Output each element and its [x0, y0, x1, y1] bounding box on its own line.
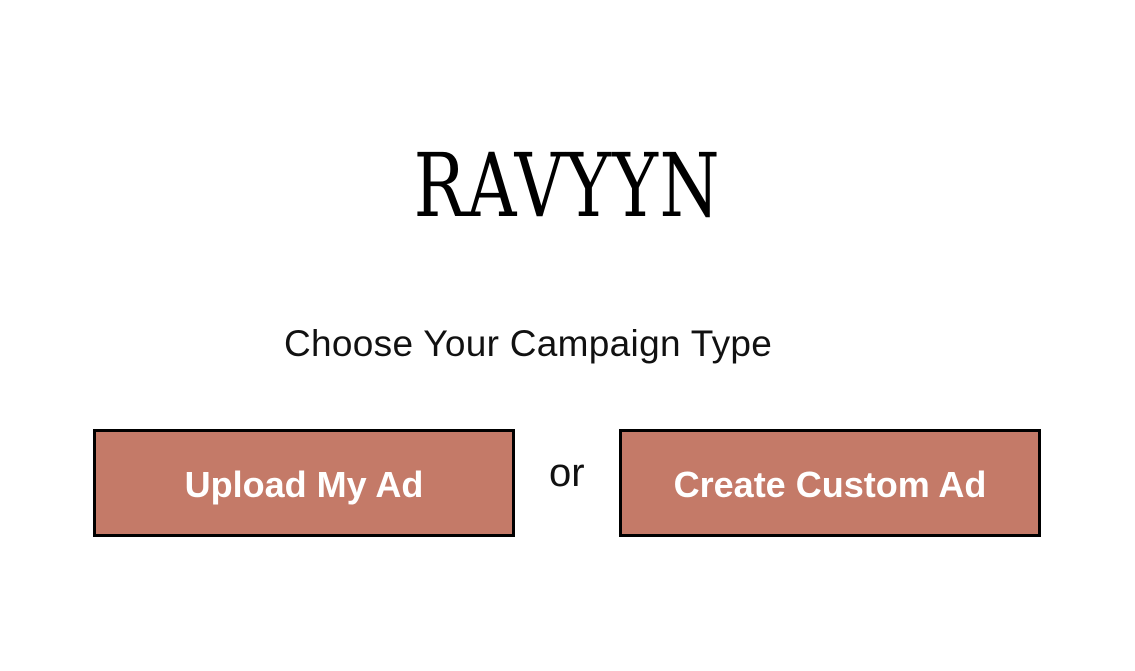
upload-my-ad-button[interactable]: Upload My Ad: [93, 429, 515, 537]
brand-logo: RAVYYN: [413, 134, 722, 237]
or-separator: or: [549, 451, 585, 495]
create-custom-ad-button[interactable]: Create Custom Ad: [619, 429, 1041, 537]
page-title: Choose Your Campaign Type: [284, 323, 773, 364]
